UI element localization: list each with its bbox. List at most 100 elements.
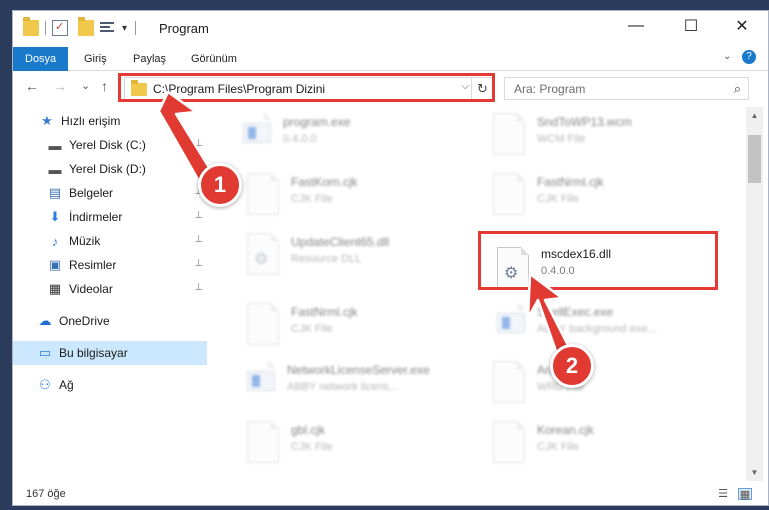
file-name: FastKorn.cjk [291, 175, 358, 189]
file-icon [493, 113, 525, 155]
help-icon[interactable]: ? [742, 50, 756, 64]
title-bar: ▾ Program — ☐ ✕ [13, 11, 768, 47]
file-detail: CJK File [537, 441, 579, 453]
toolbar-separator [45, 21, 46, 35]
sidebar-item-label: Ağ [59, 378, 74, 392]
drive-icon: ▬ [48, 137, 62, 153]
exe-file-icon [493, 302, 526, 345]
documents-icon: ▤ [48, 185, 62, 200]
sidebar-item-quick-access[interactable]: ★ Hızlı erişim [13, 109, 207, 133]
sidebar-item-disk-d[interactable]: ▬ Yerel Disk (D:) ⊥ [13, 157, 207, 181]
cloud-icon: ☁ [38, 313, 52, 328]
sidebar-item-label: OneDrive [59, 314, 110, 328]
tab-share[interactable]: Paylaş [121, 47, 178, 71]
file-highlight-box [478, 231, 718, 290]
file-name: gbl.cjk [291, 423, 326, 437]
file-tile[interactable]: Korean.cjk CJK File [493, 419, 733, 469]
scroll-up-icon[interactable]: ▲ [746, 107, 763, 124]
search-icon[interactable]: ⌕ [734, 81, 741, 97]
qat-dropdown-icon[interactable]: ▾ [122, 23, 127, 34]
sidebar-item-label: Yerel Disk (C:) [69, 138, 146, 152]
sidebar-item-label: Videolar [69, 282, 113, 296]
pictures-icon: ▣ [48, 257, 62, 272]
file-detail: WCM File [537, 133, 586, 145]
file-icon [247, 173, 279, 215]
file-tile[interactable]: SndToWP13.wcm WCM File [493, 111, 733, 161]
file-detail: CJK File [291, 441, 333, 453]
file-detail: 0.4.0.0 [283, 133, 317, 145]
file-tile[interactable]: FastNrml.cjk CJK File [493, 171, 733, 221]
file-tile[interactable]: FastNrml.cjk CJK File [247, 301, 487, 351]
search-input[interactable]: Ara: Program ⌕ [504, 77, 749, 100]
file-tile[interactable]: FastKorn.cjk CJK File [247, 171, 487, 221]
properties-check-icon[interactable] [52, 20, 68, 36]
expand-ribbon-icon[interactable]: ⌄ [723, 51, 731, 62]
file-icon [247, 421, 279, 463]
file-name: NetworkLicenseServer.exe [287, 363, 430, 377]
sidebar-item-label: İndirmeler [69, 210, 123, 224]
file-tile[interactable]: NetworkLicenseServer.exe ABBY network lic… [243, 359, 483, 409]
sidebar-item-label: Müzik [69, 234, 101, 248]
sidebar-item-music[interactable]: ♪ Müzik ⊥ [13, 229, 207, 253]
scroll-thumb[interactable] [748, 135, 761, 183]
minimize-button[interactable]: — [613, 11, 659, 41]
back-button[interactable]: ← [25, 78, 39, 94]
item-count: 167 öğe [26, 488, 66, 500]
file-detail: CJK File [291, 193, 333, 205]
sidebar-item-label: Resimler [69, 258, 117, 272]
file-detail: ABBY network licens... [287, 381, 399, 393]
sidebar-item-label: Belgeler [69, 186, 114, 200]
vertical-scrollbar[interactable]: ▲ ▼ [746, 107, 763, 481]
file-name: Korean.cjk [537, 423, 594, 437]
file-tile[interactable]: Arab.cjkWRD File [493, 359, 733, 409]
pin-icon: ⊥ [194, 210, 203, 221]
sidebar-item-network[interactable]: ⚇ Ağ [13, 373, 207, 397]
scroll-down-icon[interactable]: ▼ [746, 464, 763, 481]
maximize-button[interactable]: ☐ [668, 11, 714, 41]
sidebar-item-downloads[interactable]: ⬇ İndirmeler ⊥ [13, 205, 207, 229]
file-name: ShellExec.exe [537, 305, 614, 319]
file-tile[interactable]: program.exe 0.4.0.0 [239, 111, 479, 161]
drive-icon: ▬ [48, 161, 62, 177]
tab-home[interactable]: Giriş [72, 47, 119, 71]
customize-list-icon[interactable] [100, 20, 116, 36]
sidebar-item-label: Bu bilgisayar [59, 346, 128, 360]
tab-view[interactable]: Görünüm [179, 47, 249, 71]
pin-icon: ⊥ [194, 258, 203, 269]
callout-badge-2: 2 [550, 344, 594, 388]
star-icon: ★ [41, 113, 53, 128]
file-icon [493, 421, 525, 463]
sidebar-item-videos[interactable]: ▦ Videolar ⊥ [13, 277, 207, 301]
file-name: UpdateClient65.dll [291, 235, 390, 249]
pin-icon: ⊥ [194, 138, 203, 149]
folder-icon [23, 17, 39, 36]
tab-file[interactable]: Dosya [13, 47, 69, 71]
sidebar-item-disk-c[interactable]: ▬ Yerel Disk (C:) ⊥ [13, 133, 207, 157]
sidebar-item-pictures[interactable]: ▣ Resimler ⊥ [13, 253, 207, 277]
window-title: Program [159, 21, 209, 36]
file-tile[interactable]: ShellExec.exe ABBY background exe... [493, 301, 733, 351]
file-name: program.exe [283, 115, 351, 129]
file-detail: CJK File [537, 193, 579, 205]
sidebar-item-onedrive[interactable]: ☁ OneDrive [13, 309, 207, 333]
up-button[interactable]: ↑ [101, 78, 108, 94]
close-button[interactable]: ✕ [719, 11, 765, 41]
new-folder-icon[interactable] [78, 17, 94, 36]
exe-file-icon [243, 360, 276, 403]
file-tile[interactable]: gbl.cjk CJK File [247, 419, 487, 469]
sidebar-item-documents[interactable]: ▤ Belgeler ⊥ [13, 181, 207, 205]
downloads-icon: ⬇ [49, 209, 61, 224]
recent-locations-button[interactable]: ⌄ [81, 79, 90, 92]
file-icon [247, 303, 279, 345]
file-name: FastNrml.cjk [291, 305, 358, 319]
address-highlight-box [118, 73, 495, 102]
details-view-icon[interactable]: ☰ [716, 488, 730, 500]
large-icons-view-icon[interactable]: ▦ [738, 488, 752, 501]
forward-button[interactable]: → [53, 78, 67, 94]
toolbar-separator [135, 21, 137, 35]
file-tile[interactable]: ⚙ UpdateClient65.dll Resource DLL [247, 231, 487, 281]
videos-icon: ▦ [48, 281, 62, 296]
sidebar-item-this-pc[interactable]: ▭ Bu bilgisayar [13, 341, 207, 365]
file-detail: ABBY background exe... [537, 323, 657, 335]
file-detail: CJK File [291, 323, 333, 335]
